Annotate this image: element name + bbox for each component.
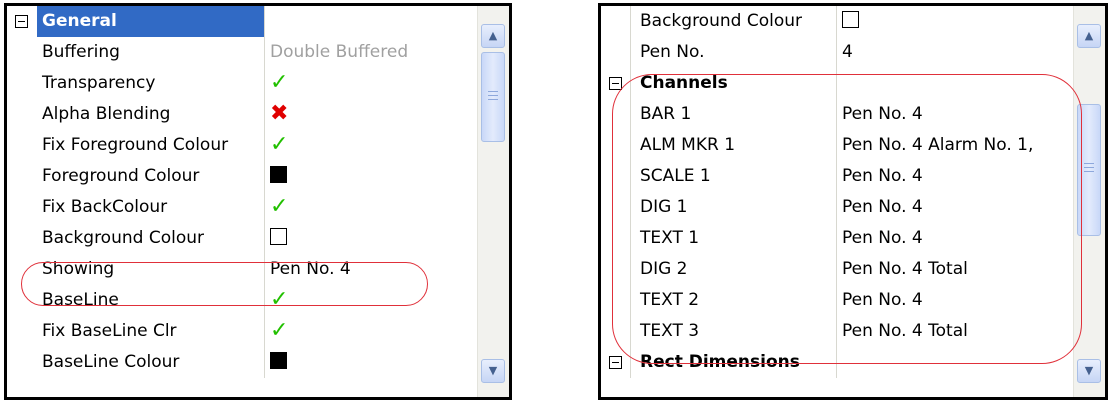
cross-icon: ✖ xyxy=(270,101,289,126)
property-name: Background Colour xyxy=(635,6,837,37)
value-text: Double Buffered xyxy=(270,42,409,62)
vertical-scrollbar[interactable]: ▲ ▼ xyxy=(477,6,509,397)
property-value[interactable]: ✖ xyxy=(265,99,485,130)
row-gutter xyxy=(601,6,631,37)
row-gutter xyxy=(7,347,37,378)
property-value[interactable] xyxy=(265,347,485,378)
property-value[interactable] xyxy=(265,161,485,192)
row-gutter xyxy=(7,99,37,130)
color-swatch xyxy=(842,11,859,28)
scroll-down-button[interactable]: ▼ xyxy=(1077,359,1101,383)
grip-line-icon xyxy=(1084,171,1094,172)
value-text: 4 xyxy=(842,42,853,62)
row-gutter xyxy=(7,37,37,68)
property-value[interactable]: ✓ xyxy=(265,68,485,99)
checkmark-icon: ✓ xyxy=(270,194,289,219)
property-value xyxy=(265,6,485,37)
property-name: Transparency xyxy=(37,68,265,99)
property-value[interactable]: Double Buffered xyxy=(265,37,485,68)
grip-line-icon xyxy=(488,91,498,92)
row-gutter xyxy=(601,37,631,68)
scroll-thumb[interactable] xyxy=(481,52,505,142)
color-swatch xyxy=(270,352,287,369)
row-gutter xyxy=(7,6,37,37)
row-gutter xyxy=(7,161,37,192)
row-gutter xyxy=(7,316,37,347)
row-gutter xyxy=(7,68,37,99)
grip-line-icon xyxy=(488,95,498,96)
category-label: General xyxy=(37,6,265,37)
property-name: Foreground Colour xyxy=(37,161,265,192)
collapse-toggle-icon[interactable] xyxy=(609,356,622,369)
property-name: Fix BaseLine Clr xyxy=(37,316,265,347)
color-swatch xyxy=(270,166,287,183)
property-value[interactable] xyxy=(265,223,485,254)
property-name: Fix BackColour xyxy=(37,192,265,223)
scroll-up-button[interactable]: ▲ xyxy=(1077,24,1101,48)
grip-line-icon xyxy=(1084,163,1094,164)
property-value[interactable] xyxy=(837,6,1082,37)
property-name: Background Colour xyxy=(37,223,265,254)
scroll-down-button[interactable]: ▼ xyxy=(481,359,505,383)
highlight-ellipse-showing xyxy=(21,262,428,306)
row-gutter xyxy=(7,130,37,161)
arrow-up-icon: ▲ xyxy=(488,29,498,42)
grip-line-icon xyxy=(1084,167,1094,168)
property-value[interactable]: ✓ xyxy=(265,130,485,161)
highlight-ellipse-channels xyxy=(612,74,1082,364)
property-name: BaseLine Colour xyxy=(37,347,265,378)
property-value[interactable]: ✓ xyxy=(265,316,485,347)
property-value[interactable]: ✓ xyxy=(265,192,485,223)
property-name: Buffering xyxy=(37,37,265,68)
arrow-down-icon: ▼ xyxy=(488,364,498,377)
collapse-toggle-icon[interactable] xyxy=(15,15,28,28)
row-gutter xyxy=(7,223,37,254)
scroll-up-button[interactable]: ▲ xyxy=(481,24,505,48)
property-value[interactable]: 4 xyxy=(837,37,1082,68)
checkmark-icon: ✓ xyxy=(270,70,289,95)
property-name: Alpha Blending xyxy=(37,99,265,130)
property-name: Pen No. xyxy=(635,37,837,68)
grip-line-icon xyxy=(488,99,498,100)
property-name: Fix Foreground Colour xyxy=(37,130,265,161)
arrow-up-icon: ▲ xyxy=(1084,29,1094,42)
row-gutter xyxy=(7,192,37,223)
checkmark-icon: ✓ xyxy=(270,318,289,343)
arrow-down-icon: ▼ xyxy=(1084,364,1094,377)
checkmark-icon: ✓ xyxy=(270,132,289,157)
color-swatch xyxy=(270,228,287,245)
property-grid-left: General Buffering Double Buffered Transpare… xyxy=(4,3,512,400)
